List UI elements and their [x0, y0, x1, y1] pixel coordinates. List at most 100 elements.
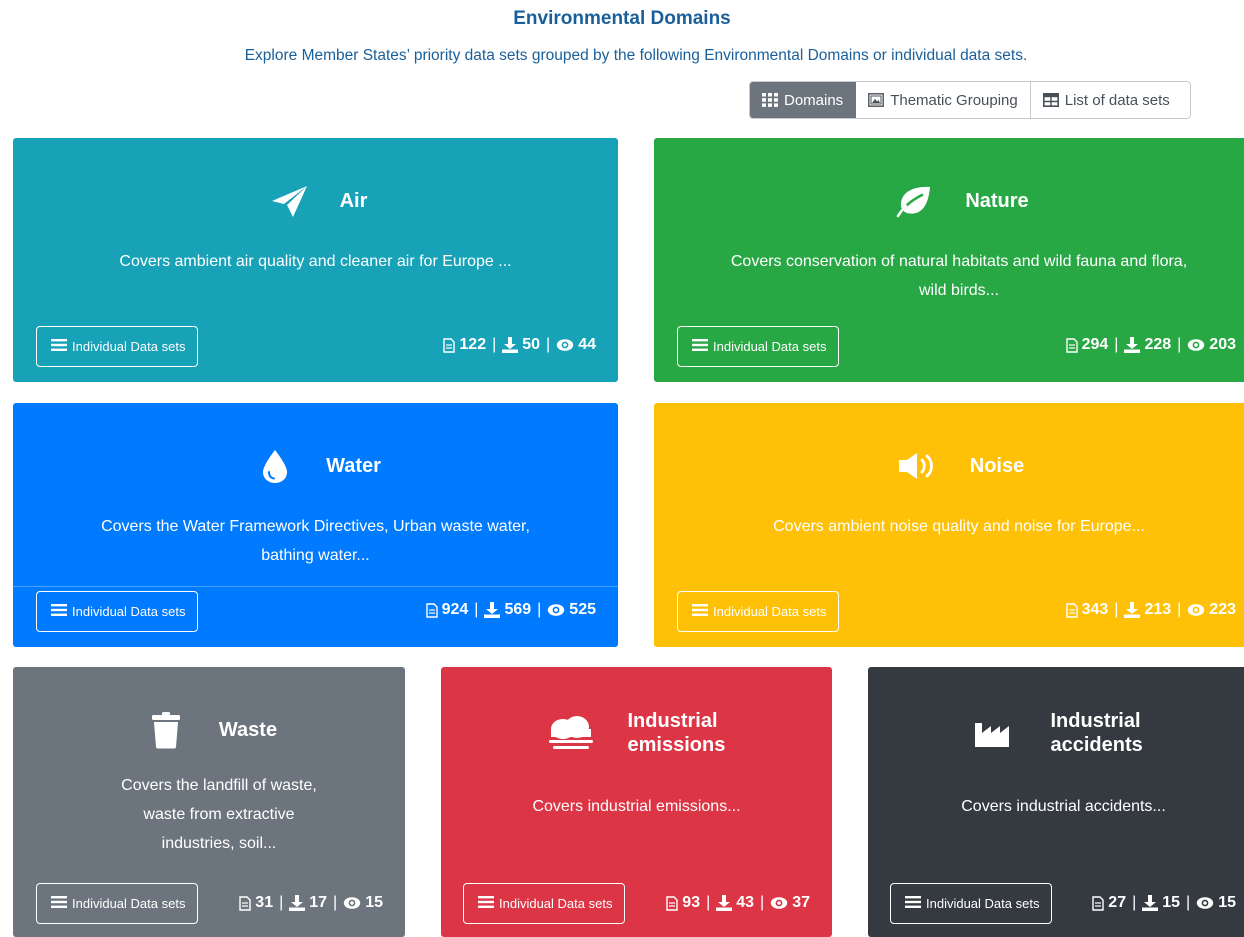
- domain-card-industrial-accidents: Industrial accidents Covers industrial a…: [868, 667, 1244, 937]
- file-icon: [443, 337, 456, 353]
- eye-icon: [1188, 339, 1205, 351]
- list-icon: [478, 895, 494, 912]
- domain-title: Industrial accidents: [1050, 710, 1143, 756]
- list-icon: [51, 603, 67, 620]
- grid-icon: [762, 93, 778, 107]
- view-count: 44: [578, 336, 596, 353]
- list-icon: [51, 895, 67, 912]
- dataset-count: 924: [441, 601, 469, 618]
- download-icon: [502, 337, 519, 353]
- domain-stats: 343 | 213 | 223: [1065, 601, 1236, 619]
- domain-description: Covers the landfill of waste, waste from…: [121, 777, 317, 852]
- view-count: 37: [792, 894, 810, 911]
- tab-list-of-data-sets[interactable]: List of data sets: [1030, 82, 1190, 118]
- domain-card-air: Air Covers ambient air quality and clean…: [13, 138, 618, 382]
- file-icon: [1065, 602, 1078, 618]
- domain-stats: 27 | 15 | 15: [1092, 894, 1236, 912]
- dataset-count: 27: [1108, 894, 1127, 911]
- domain-card-waste: Waste Covers the landfill of waste, wast…: [13, 667, 405, 937]
- download-icon: [1124, 602, 1141, 618]
- domain-title: Industrial emissions: [627, 710, 726, 756]
- domain-stats: 31 | 17 | 15: [239, 894, 383, 912]
- tab-domains[interactable]: Domains: [750, 82, 857, 118]
- domain-title: Air: [339, 190, 368, 212]
- page-title: Environmental Domains: [513, 8, 731, 29]
- tab-list-of-data-sets-label: List of data sets: [1064, 91, 1170, 109]
- domain-stats: 294 | 228 | 203: [1065, 336, 1236, 354]
- download-count: 228: [1144, 336, 1172, 353]
- volume-icon: [894, 443, 944, 489]
- dataset-count: 93: [682, 894, 701, 911]
- image-frame-icon: [868, 93, 885, 107]
- download-count: 43: [736, 894, 755, 911]
- domain-description: Covers industrial accidents...: [961, 798, 1166, 815]
- eye-icon: [548, 604, 565, 616]
- file-icon: [666, 895, 678, 911]
- view-toggle: Domains Thematic Grouping List of data s…: [749, 81, 1191, 119]
- individual-data-sets-button[interactable]: Individual Data sets: [890, 883, 1053, 924]
- water-drop-icon: [250, 443, 300, 489]
- list-icon: [51, 338, 67, 355]
- download-icon: [289, 895, 306, 911]
- eye-icon: [344, 897, 361, 909]
- tab-thematic-grouping[interactable]: Thematic Grouping: [856, 82, 1031, 118]
- domain-card-nature: Nature Covers conservation of natural ha…: [654, 138, 1244, 382]
- file-icon: [1065, 337, 1078, 353]
- download-icon: [484, 602, 501, 618]
- download-count: 569: [504, 601, 532, 618]
- eye-icon: [771, 897, 788, 909]
- eye-icon: [1188, 604, 1205, 616]
- eye-icon: [1197, 897, 1214, 909]
- domain-description: Covers industrial emissions...: [532, 798, 741, 815]
- individual-data-sets-button[interactable]: Individual Data sets: [36, 326, 199, 367]
- file-icon: [425, 602, 438, 618]
- domain-description: Covers ambient air quality and cleaner a…: [119, 253, 512, 270]
- individual-data-sets-button[interactable]: Individual Data sets: [677, 326, 840, 367]
- download-icon: [1124, 337, 1141, 353]
- domain-description: Covers conservation of natural habitats …: [730, 253, 1188, 299]
- download-count: 15: [1162, 894, 1181, 911]
- domain-stats: 122 | 50 | 44: [443, 336, 596, 354]
- list-icon: [692, 603, 708, 620]
- smog-icon: [546, 710, 596, 756]
- leaf-icon: [889, 178, 939, 224]
- dataset-count: 294: [1081, 336, 1109, 353]
- download-icon: [716, 895, 733, 911]
- list-icon: [692, 338, 708, 355]
- paper-plane-icon: [264, 178, 314, 224]
- dataset-count: 343: [1081, 601, 1109, 618]
- download-count: 213: [1144, 601, 1172, 618]
- domain-stats: 924 | 569 | 525: [425, 601, 596, 619]
- dataset-count: 31: [255, 894, 274, 911]
- industry-icon: [967, 710, 1017, 756]
- view-count: 525: [569, 601, 596, 618]
- domain-card-water: Water Covers the Water Framework Directi…: [13, 403, 618, 647]
- view-count: 203: [1209, 336, 1236, 353]
- trash-icon: [141, 707, 191, 753]
- dataset-count: 122: [459, 336, 487, 353]
- view-count: 15: [1218, 894, 1236, 911]
- tab-thematic-grouping-label: Thematic Grouping: [890, 91, 1018, 109]
- page-subtitle: Explore Member States’ priority data set…: [244, 47, 1028, 64]
- individual-data-sets-button[interactable]: Individual Data sets: [463, 883, 626, 924]
- individual-data-sets-button[interactable]: Individual Data sets: [677, 591, 840, 632]
- tab-domains-label: Domains: [784, 91, 844, 109]
- list-icon: [905, 895, 921, 912]
- domain-card-industrial-emissions: Industrial emissions Covers industrial e…: [441, 667, 832, 937]
- view-count: 15: [365, 894, 383, 911]
- domain-title: Waste: [218, 719, 278, 741]
- domain-description: Covers the Water Framework Directives, U…: [101, 518, 530, 564]
- view-count: 223: [1209, 601, 1236, 618]
- domain-description: Covers ambient noise quality and noise f…: [773, 518, 1145, 535]
- individual-data-sets-button[interactable]: Individual Data sets: [36, 883, 199, 924]
- domain-stats: 93 | 43 | 37: [666, 894, 810, 912]
- domain-title: Noise: [969, 455, 1025, 477]
- download-count: 17: [309, 894, 328, 911]
- card-divider: [13, 586, 618, 587]
- download-icon: [1142, 895, 1159, 911]
- download-count: 50: [522, 336, 541, 353]
- domain-title: Nature: [965, 190, 1029, 212]
- individual-data-sets-button[interactable]: Individual Data sets: [36, 591, 199, 632]
- domain-card-noise: Noise Covers ambient noise quality and n…: [654, 403, 1244, 647]
- eye-icon: [557, 339, 574, 351]
